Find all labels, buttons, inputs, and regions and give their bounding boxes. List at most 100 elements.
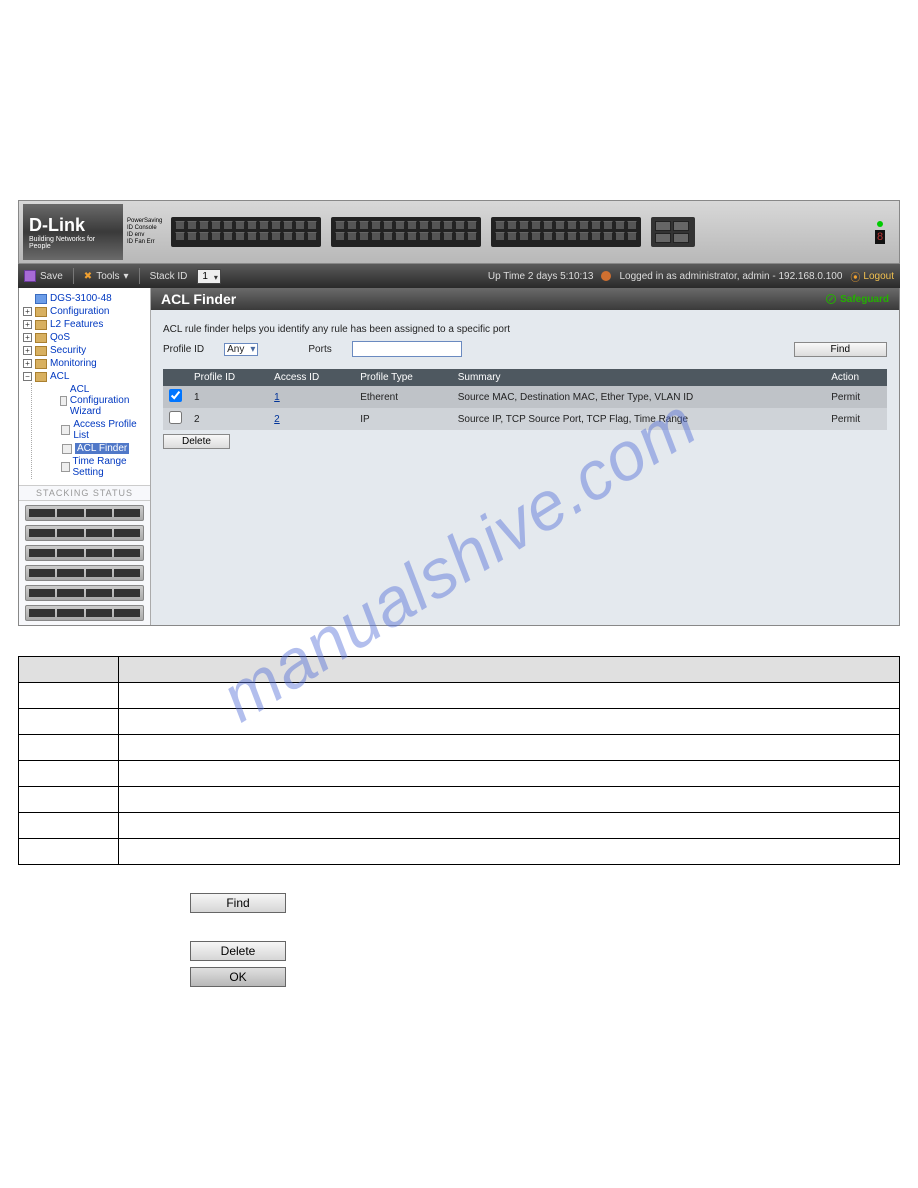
expand-icon[interactable]: + — [23, 359, 32, 368]
doc-ok-row: OK — [190, 967, 900, 987]
filter-row: Profile ID Any ▾ Ports Find — [163, 341, 887, 357]
folder-icon — [35, 372, 47, 382]
device-panel: D-Link Building Networks for People Powe… — [18, 200, 900, 264]
row-checkbox[interactable] — [169, 389, 182, 402]
folder-icon — [35, 346, 47, 356]
port-bank-3 — [491, 217, 641, 247]
cell-profiletype: IP — [354, 408, 452, 430]
page-icon — [60, 396, 67, 406]
expand-icon[interactable]: + — [23, 333, 32, 342]
stacking-unit[interactable] — [25, 505, 144, 521]
tree-folder[interactable]: +QoS — [23, 331, 146, 344]
doc-find-row: Find — [190, 893, 900, 913]
sidebar: DGS-3100-48 +Configuration+L2 Features+Q… — [19, 288, 151, 625]
tree-leaf[interactable]: ACL Configuration Wizard — [50, 383, 146, 418]
folder-icon — [35, 307, 47, 317]
nav-tree: DGS-3100-48 +Configuration+L2 Features+Q… — [19, 288, 150, 485]
folder-icon — [35, 320, 47, 330]
page-icon — [62, 444, 72, 454]
cell-profileid: 1 — [188, 386, 268, 408]
page-title: ACL Finder — [161, 291, 236, 307]
expand-icon[interactable]: + — [23, 320, 32, 329]
safeguard-icon: ✓ — [826, 294, 836, 304]
user-icon — [601, 271, 611, 281]
page-icon — [61, 425, 70, 435]
table-row — [19, 709, 900, 735]
helper-text: ACL rule finder helps you identify any r… — [163, 324, 887, 335]
tree-folder[interactable]: +Configuration — [23, 305, 146, 318]
content-pane: ACL Finder ✓ Safeguard ACL rule finder h… — [151, 288, 899, 625]
col-check — [163, 369, 188, 386]
port-bank-1 — [171, 217, 321, 247]
doc-ok-button[interactable]: OK — [190, 967, 286, 987]
ports-label: Ports — [308, 344, 331, 355]
wrench-icon: ✖ — [84, 271, 92, 282]
logout-icon: ⦿ — [850, 269, 860, 284]
doc-delete-button[interactable]: Delete — [190, 941, 286, 961]
tree-leaf[interactable]: Access Profile List — [50, 418, 146, 442]
stacking-unit[interactable] — [25, 565, 144, 581]
table-row — [19, 787, 900, 813]
stacking-unit[interactable] — [25, 605, 144, 621]
port-bank-2 — [331, 217, 481, 247]
acl-result-table: Profile ID Access ID Profile Type Summar… — [163, 369, 887, 430]
cell-action: Permit — [825, 386, 887, 408]
col-profiletype: Profile Type — [354, 369, 452, 386]
stacking-unit[interactable] — [25, 585, 144, 601]
tools-menu[interactable]: ✖ Tools ▾ — [84, 271, 129, 282]
tree-folder[interactable]: +Monitoring — [23, 357, 146, 370]
expand-icon[interactable]: + — [23, 307, 32, 316]
device-indicator-labels: PowerSaving ID Console ID env ID Fan Err — [123, 218, 165, 247]
doc-find-button[interactable]: Find — [190, 893, 286, 913]
stackid-label: Stack ID — [150, 271, 188, 282]
tree-folder[interactable]: +L2 Features — [23, 318, 146, 331]
table-row — [19, 761, 900, 787]
collapse-icon[interactable]: − — [23, 372, 32, 381]
delete-button[interactable]: Delete — [163, 434, 230, 449]
table-row: 2 2 IP Source IP, TCP Source Port, TCP F… — [163, 408, 887, 430]
param-header-name — [19, 657, 119, 683]
access-id-link[interactable]: 2 — [274, 414, 280, 425]
cell-summary: Source MAC, Destination MAC, Ether Type,… — [452, 386, 825, 408]
col-summary: Summary — [452, 369, 825, 386]
folder-icon — [35, 359, 47, 369]
stack-id-display: 8 — [875, 230, 885, 244]
device-icon — [35, 294, 47, 304]
login-text: Logged in as administrator, admin - 192.… — [619, 271, 842, 282]
find-button[interactable]: Find — [794, 342, 887, 357]
safeguard-badge: ✓ Safeguard — [826, 294, 889, 305]
col-accessid: Access ID — [268, 369, 354, 386]
device-status-led: 8 — [865, 204, 895, 260]
table-row — [19, 839, 900, 865]
cell-summary: Source IP, TCP Source Port, TCP Flag, Ti… — [452, 408, 825, 430]
caret-down-icon: ▾ — [250, 344, 255, 355]
logout-button[interactable]: ⦿ Logout — [850, 269, 894, 284]
cell-action: Permit — [825, 408, 887, 430]
row-checkbox[interactable] — [169, 411, 182, 424]
parameter-table — [18, 656, 900, 865]
save-button[interactable]: Save — [24, 270, 63, 282]
stacking-unit[interactable] — [25, 545, 144, 561]
power-led-icon — [877, 221, 883, 227]
table-row — [19, 683, 900, 709]
tree-folder-acl[interactable]: − ACL — [23, 370, 146, 383]
profileid-select[interactable]: Any ▾ — [224, 343, 258, 356]
content-titlebar: ACL Finder ✓ Safeguard — [151, 288, 899, 310]
tree-leaf[interactable]: ACL Finder — [50, 442, 146, 455]
caret-down-icon: ▾ — [124, 271, 129, 282]
cell-profiletype: Etherent — [354, 386, 452, 408]
stacking-unit[interactable] — [25, 525, 144, 541]
table-row — [19, 813, 900, 839]
access-id-link[interactable]: 1 — [274, 392, 280, 403]
param-header-desc — [119, 657, 900, 683]
expand-icon[interactable]: + — [23, 346, 32, 355]
stackid-select[interactable]: 1 ▾ — [197, 269, 221, 284]
folder-icon — [35, 333, 47, 343]
floppy-icon — [24, 270, 36, 282]
tree-leaf[interactable]: Time Range Setting — [50, 455, 146, 479]
ports-input[interactable] — [352, 341, 462, 357]
page-icon — [61, 462, 70, 472]
stacking-header: STACKING STATUS — [19, 485, 150, 501]
tree-root[interactable]: DGS-3100-48 — [23, 292, 146, 305]
tree-folder[interactable]: +Security — [23, 344, 146, 357]
